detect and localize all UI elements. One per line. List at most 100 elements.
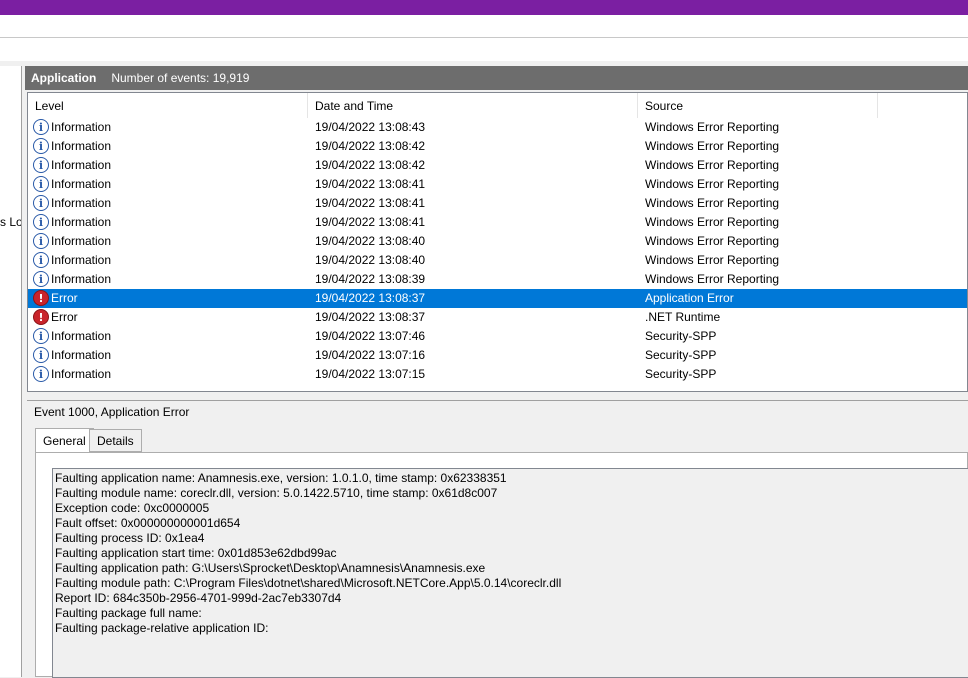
tab-details[interactable]: Details <box>89 429 142 452</box>
event-row[interactable]: i Information 19/04/2022 13:07:46 Security-… <box>28 327 967 346</box>
error-icon: ! <box>33 290 49 306</box>
column-headers: Level Date and Time Source <box>28 93 967 118</box>
event-source: Security-SPP <box>645 348 717 362</box>
column-header-level[interactable]: Level <box>28 93 308 118</box>
description-line: Faulting process ID: 0x1ea4 <box>55 531 205 545</box>
general-tab-panel: Faulting application name: Anamnesis.exe… <box>35 452 968 678</box>
event-level: i Information <box>33 156 303 175</box>
info-icon: i <box>33 176 49 192</box>
event-level-text: Information <box>51 139 112 153</box>
event-level-text: Error <box>51 291 78 305</box>
description-line: Faulting application name: Anamnesis.exe… <box>55 471 507 485</box>
log-title: Application <box>31 71 97 85</box>
description-line: Report ID: 684c350b-2956-4701-999d-2ac7e… <box>55 591 342 605</box>
event-row[interactable]: ! Error 19/04/2022 13:08:37 .NET Runtime <box>28 308 967 327</box>
event-level: i Information <box>33 118 303 137</box>
column-header-date-time[interactable]: Date and Time <box>308 93 638 118</box>
event-level-text: Information <box>51 215 112 229</box>
tab-general[interactable]: General <box>35 428 94 452</box>
event-level-text: Information <box>51 253 112 267</box>
info-icon: i <box>33 157 49 173</box>
event-count: Number of events: 19,919 <box>111 71 250 85</box>
event-level-text: Information <box>51 348 112 362</box>
event-level: i Information <box>33 137 303 156</box>
event-level-text: Information <box>51 329 112 343</box>
event-level-text: Error <box>51 310 78 324</box>
event-date-time: 19/04/2022 13:08:41 <box>315 177 426 191</box>
event-level: i Information <box>33 270 303 289</box>
error-icon: ! <box>33 309 49 325</box>
event-date-time: 19/04/2022 13:08:37 <box>315 291 426 305</box>
toolbar <box>0 37 968 61</box>
event-row[interactable]: i Information 19/04/2022 13:07:15 Security-… <box>28 365 967 384</box>
event-level: i Information <box>33 365 303 384</box>
event-source: Windows Error Reporting <box>645 139 780 153</box>
event-level: i Information <box>33 232 303 251</box>
event-row[interactable]: i Information 19/04/2022 13:08:41 Windows E… <box>28 175 967 194</box>
event-source: Windows Error Reporting <box>645 196 780 210</box>
event-level: i Information <box>33 346 303 365</box>
event-detail-header: Event 1000, Application Error <box>27 400 968 422</box>
info-icon: i <box>33 347 49 363</box>
description-line: Faulting application start time: 0x01d85… <box>55 546 337 560</box>
event-row[interactable]: i Information 19/04/2022 13:08:39 Windows E… <box>28 270 967 289</box>
event-source: Windows Error Reporting <box>645 120 780 134</box>
event-level: i Information <box>33 175 303 194</box>
description-line: Faulting application path: G:\Users\Spro… <box>55 561 486 575</box>
event-source: Windows Error Reporting <box>645 215 780 229</box>
event-row[interactable]: ! Error 19/04/2022 13:08:37 Application Err… <box>28 289 967 308</box>
event-level: i Information <box>33 213 303 232</box>
event-row[interactable]: i Information 19/04/2022 13:08:42 Windows E… <box>28 156 967 175</box>
info-icon: i <box>33 252 49 268</box>
console-tree-item[interactable]: s Lo <box>0 215 21 229</box>
event-source: Windows Error Reporting <box>645 234 780 248</box>
info-icon: i <box>33 119 49 135</box>
event-source: Windows Error Reporting <box>645 177 780 191</box>
event-row[interactable]: i Information 19/04/2022 13:08:41 Windows E… <box>28 194 967 213</box>
event-row[interactable]: i Information 19/04/2022 13:08:42 Windows E… <box>28 137 967 156</box>
info-icon: i <box>33 195 49 211</box>
event-level-text: Information <box>51 272 112 286</box>
event-level-text: Information <box>51 158 112 172</box>
info-icon: i <box>33 271 49 287</box>
event-log-pane: Application Number of events: 19,919 Lev… <box>25 66 968 678</box>
info-icon: i <box>33 233 49 249</box>
event-date-time: 19/04/2022 13:07:46 <box>315 329 426 343</box>
event-date-time: 19/04/2022 13:07:15 <box>315 367 426 381</box>
event-level-text: Information <box>51 234 112 248</box>
event-level-text: Information <box>51 367 112 381</box>
event-level-text: Information <box>51 177 112 191</box>
menu-bar <box>0 15 968 37</box>
event-date-time: 19/04/2022 13:08:40 <box>315 234 426 248</box>
event-level-text: Information <box>51 120 112 134</box>
event-level: i Information <box>33 251 303 270</box>
event-row[interactable]: i Information 19/04/2022 13:07:16 Security-… <box>28 346 967 365</box>
event-row[interactable]: i Information 19/04/2022 13:08:41 Windows E… <box>28 213 967 232</box>
event-description[interactable]: Faulting application name: Anamnesis.exe… <box>52 468 968 678</box>
event-level: ! Error <box>33 289 303 308</box>
event-source: Security-SPP <box>645 367 717 381</box>
event-date-time: 19/04/2022 13:08:41 <box>315 196 426 210</box>
description-line: Fault offset: 0x000000000001d654 <box>55 516 241 530</box>
event-source: .NET Runtime <box>645 310 721 324</box>
info-icon: i <box>33 366 49 382</box>
event-source: Windows Error Reporting <box>645 253 780 267</box>
event-date-time: 19/04/2022 13:08:37 <box>315 310 426 324</box>
events-list[interactable]: Level Date and Time Source i Information 1… <box>27 92 968 392</box>
event-date-time: 19/04/2022 13:08:39 <box>315 272 426 286</box>
event-row[interactable]: i Information 19/04/2022 13:08:43 Windows E… <box>28 118 967 137</box>
info-icon: i <box>33 138 49 154</box>
title-bar <box>0 0 968 15</box>
event-row[interactable]: i Information 19/04/2022 13:08:40 Windows E… <box>28 251 967 270</box>
event-row[interactable]: i Information 19/04/2022 13:08:40 Windows E… <box>28 232 967 251</box>
event-level: i Information <box>33 194 303 213</box>
column-header-source[interactable]: Source <box>638 93 878 118</box>
event-date-time: 19/04/2022 13:08:40 <box>315 253 426 267</box>
event-date-time: 19/04/2022 13:07:16 <box>315 348 426 362</box>
event-level: ! Error <box>33 308 303 327</box>
console-tree[interactable]: s Lo <box>0 66 22 677</box>
pane-header: Application Number of events: 19,919 <box>25 66 968 90</box>
event-source: Security-SPP <box>645 329 717 343</box>
description-line: Faulting package-relative application ID… <box>55 621 269 635</box>
description-line: Exception code: 0xc0000005 <box>55 501 210 515</box>
